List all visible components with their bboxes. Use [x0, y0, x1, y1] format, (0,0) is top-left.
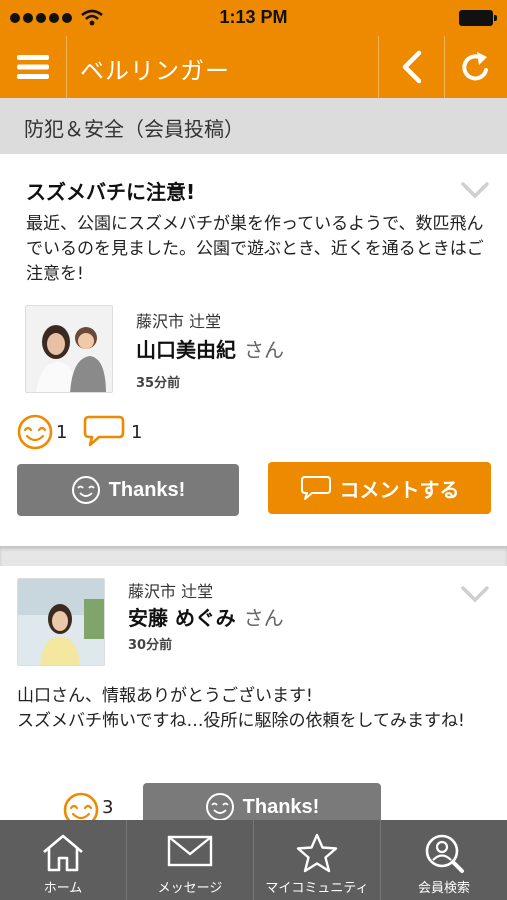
tab-my-community-label: マイコミュニティ — [265, 881, 369, 896]
tab-home-label: ホーム — [43, 881, 83, 896]
avatar-photo — [26, 306, 112, 392]
post-time-ago: 35分前 — [136, 376, 181, 391]
author-name: 山口美由紀 — [136, 338, 236, 362]
refresh-icon — [462, 52, 488, 81]
nav-divider — [66, 36, 67, 98]
comment-thanks-count: 3 — [102, 797, 114, 818]
chevron-left-icon — [402, 50, 422, 84]
comment-body: 山口さん、情報ありがとうございます! スズメバチ怖いですね…役所に駆除の依頼をし… — [17, 686, 465, 731]
comment-thanks-button-label: Thanks! — [242, 795, 320, 818]
tab-member-search[interactable]: 会員検索 — [381, 820, 507, 900]
tab-messages-label: メッセージ — [157, 881, 223, 896]
menu-button[interactable] — [0, 36, 66, 98]
hamburger-icon — [17, 55, 49, 79]
tab-bar: ホーム メッセージ マイコミュニティ 会員検索 — [0, 820, 507, 900]
smile-icon — [205, 793, 234, 821]
category-header: 防犯＆安全（会員投稿） — [0, 98, 507, 154]
battery-icon — [459, 10, 497, 26]
comment-author-location: 藤沢市 辻堂 — [128, 582, 214, 601]
comment-count: 1 — [131, 422, 143, 443]
nav-title: ベルリンガー — [80, 57, 230, 85]
member-search-icon — [425, 834, 464, 873]
back-button[interactable] — [380, 36, 444, 98]
comment-button[interactable]: コメントする — [268, 462, 491, 514]
tab-home[interactable]: ホーム — [0, 820, 127, 900]
post-card: スズメバチに注意! 最近、公園にスズメバチが巣を作っているようで、数匹飛んでいる… — [0, 154, 507, 546]
comment-icon — [300, 476, 331, 500]
avatar-photo — [18, 579, 104, 665]
nav-divider — [378, 36, 379, 98]
chevron-down-icon[interactable] — [460, 584, 490, 604]
post-title: スズメバチに注意! — [26, 180, 196, 204]
section-divider — [0, 546, 507, 566]
nav-bar: ベルリンガー — [0, 36, 507, 98]
comment-author-honorific: さん — [243, 606, 284, 630]
author-honorific: さん — [244, 338, 284, 362]
mail-icon — [167, 835, 213, 867]
tab-member-search-label: 会員検索 — [417, 881, 470, 896]
author-avatar[interactable] — [25, 305, 113, 393]
tab-messages[interactable]: メッセージ — [127, 820, 254, 900]
author-name-line[interactable]: 山口美由紀 さん — [136, 334, 284, 363]
refresh-button[interactable] — [445, 36, 507, 98]
thanks-button-label: Thanks! — [108, 478, 186, 501]
status-bar: 1:13 PM — [0, 0, 507, 36]
category-label: 防犯＆安全（会員投稿） — [24, 117, 244, 141]
thanks-button[interactable]: Thanks! — [17, 464, 239, 516]
author-location: 藤沢市 辻堂 — [136, 312, 222, 331]
home-icon — [43, 834, 83, 872]
comment-time-ago: 30分前 — [128, 638, 173, 653]
comment-bubble-icon[interactable] — [83, 413, 125, 449]
star-icon — [296, 833, 338, 873]
status-time: 1:13 PM — [219, 7, 288, 27]
post-body: 最近、公園にスズメバチが巣を作っているようで、数匹飛んでいるのを見ました。公園で… — [26, 214, 484, 284]
tab-my-community[interactable]: マイコミュニティ — [254, 820, 381, 900]
thanks-count: 1 — [56, 422, 68, 443]
comment-button-label: コメントする — [339, 479, 460, 502]
comment-author-name-line[interactable]: 安藤 めぐみ さん — [128, 602, 284, 631]
smile-icon — [71, 476, 100, 504]
comment-author-avatar[interactable] — [17, 578, 105, 666]
thanks-smile-icon[interactable] — [16, 413, 54, 451]
chevron-down-icon[interactable] — [460, 180, 490, 200]
comment-author-name: 安藤 めぐみ — [128, 606, 236, 630]
comment-card: 藤沢市 辻堂 安藤 めぐみ さん 30分前 山口さん、情報ありがとうございます! … — [0, 566, 507, 831]
